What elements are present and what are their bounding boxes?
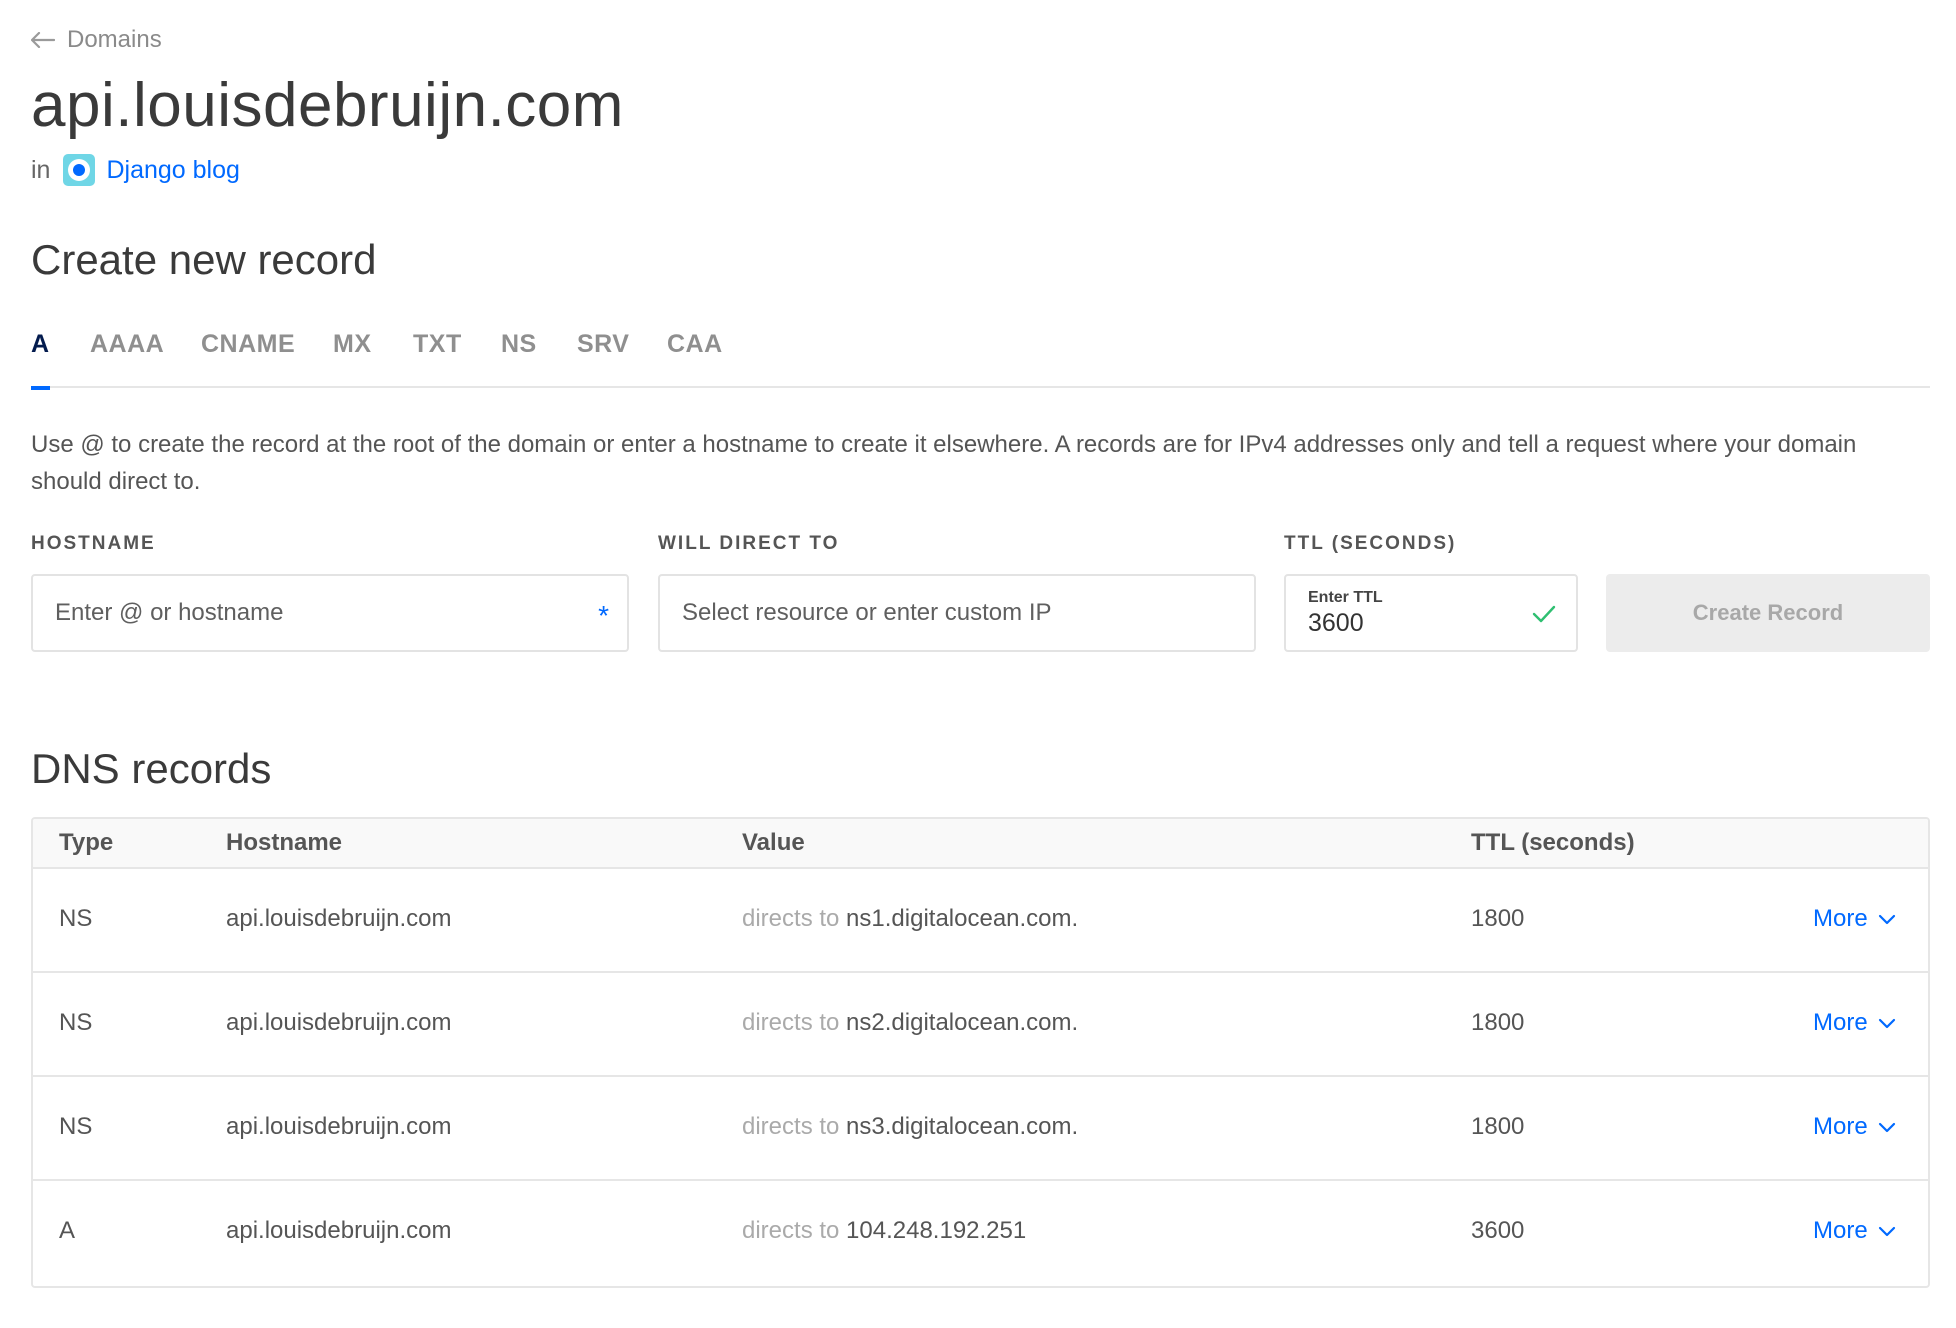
in-label: in [31,155,51,184]
record-value: directs to ns1.digitalocean.com. [742,905,1078,933]
record-ttl: 1800 [1471,1113,1525,1140]
create-record-title: Create new record [31,236,377,283]
more-label: More [1813,905,1868,932]
back-link-label: Domains [67,26,162,53]
record-value: directs to ns3.digitalocean.com. [742,1113,1078,1141]
direct-to-label: WILL DIRECT TO [658,533,840,554]
dns-records-table: Type Hostname Value TTL (seconds) NS api… [31,817,1930,1288]
more-label: More [1813,1217,1868,1244]
hostname-input[interactable]: Enter @ or hostname * [31,574,629,652]
tab-caa[interactable]: CAA [667,330,723,388]
table-header: Type Hostname Value TTL (seconds) [33,819,1928,869]
more-label: More [1813,1009,1868,1036]
more-button[interactable]: More [1813,905,1896,933]
record-hostname: api.louisdebruijn.com [226,1009,452,1036]
chevron-down-icon [1878,905,1896,933]
more-label: More [1813,1113,1868,1140]
required-asterisk-icon: * [598,600,609,631]
record-type: A [59,1217,76,1244]
tab-txt[interactable]: TXT [413,330,462,388]
directs-to-label: directs to [742,1113,840,1140]
tab-cname[interactable]: CNAME [201,330,295,388]
record-type: NS [59,1009,93,1036]
column-header-hostname: Hostname [226,829,343,856]
table-row: NS api.louisdebruijn.com directs to ns3.… [33,1077,1928,1181]
record-value: directs to ns2.digitalocean.com. [742,1009,1078,1037]
tab-mx[interactable]: MX [333,330,372,388]
more-button[interactable]: More [1813,1113,1896,1141]
direct-to-input[interactable]: Select resource or enter custom IP [658,574,1256,652]
back-to-domains-link[interactable]: Domains [31,26,162,54]
tab-srv[interactable]: SRV [577,330,629,388]
record-value-text: 104.248.192.251 [846,1217,1027,1244]
tab-aaaa[interactable]: AAAA [90,330,164,388]
record-help-text: Use @ to create the record at the root o… [31,431,1857,495]
record-type: NS [59,905,93,932]
record-type-tabs: A AAAA CNAME MX TXT NS SRV CAA [31,330,1930,390]
page-title: api.louisdebruijn.com [31,71,624,140]
record-hostname: api.louisdebruijn.com [226,1113,452,1140]
record-value-text: ns3.digitalocean.com. [846,1113,1079,1140]
ttl-input[interactable]: Enter TTL 3600 [1284,574,1578,652]
record-type: NS [59,1113,93,1140]
chevron-down-icon [1878,1217,1896,1245]
table-row: NS api.louisdebruijn.com directs to ns2.… [33,973,1928,1077]
chevron-down-icon [1878,1009,1896,1037]
tab-ns[interactable]: NS [501,330,537,388]
check-icon [1532,603,1556,631]
directs-to-label: directs to [742,1217,840,1244]
project-link[interactable]: Django blog [106,156,239,185]
more-button[interactable]: More [1813,1009,1896,1037]
hostname-placeholder: Enter @ or hostname [55,599,284,626]
record-ttl: 3600 [1471,1217,1525,1244]
column-header-ttl: TTL (seconds) [1471,829,1635,856]
chevron-down-icon [1878,1113,1896,1141]
arrow-left-icon [31,32,55,48]
project-icon [63,154,96,186]
more-button[interactable]: More [1813,1217,1896,1245]
column-header-value: Value [742,829,805,856]
record-ttl: 1800 [1471,905,1525,932]
direct-to-placeholder: Select resource or enter custom IP [682,599,1052,626]
hostname-label: HOSTNAME [31,533,156,554]
record-hostname: api.louisdebruijn.com [226,905,452,932]
create-record-button[interactable]: Create Record [1606,574,1930,652]
record-value: directs to 104.248.192.251 [742,1217,1026,1245]
table-row: A api.louisdebruijn.com directs to 104.2… [33,1181,1928,1285]
ttl-value: 3600 [1308,608,1364,637]
ttl-label: TTL (SECONDS) [1284,533,1457,554]
record-hostname: api.louisdebruijn.com [226,1217,452,1244]
directs-to-label: directs to [742,905,840,932]
tab-a[interactable]: A [31,330,50,390]
record-value-text: ns1.digitalocean.com. [846,905,1079,932]
column-header-type: Type [59,829,114,856]
ttl-inner-label: Enter TTL [1308,588,1383,606]
table-row: NS api.louisdebruijn.com directs to ns1.… [33,869,1928,973]
record-ttl: 1800 [1471,1009,1525,1036]
directs-to-label: directs to [742,1009,840,1036]
project-line: in Django blog [31,154,240,186]
record-value-text: ns2.digitalocean.com. [846,1009,1079,1036]
dns-records-title: DNS records [31,745,272,792]
